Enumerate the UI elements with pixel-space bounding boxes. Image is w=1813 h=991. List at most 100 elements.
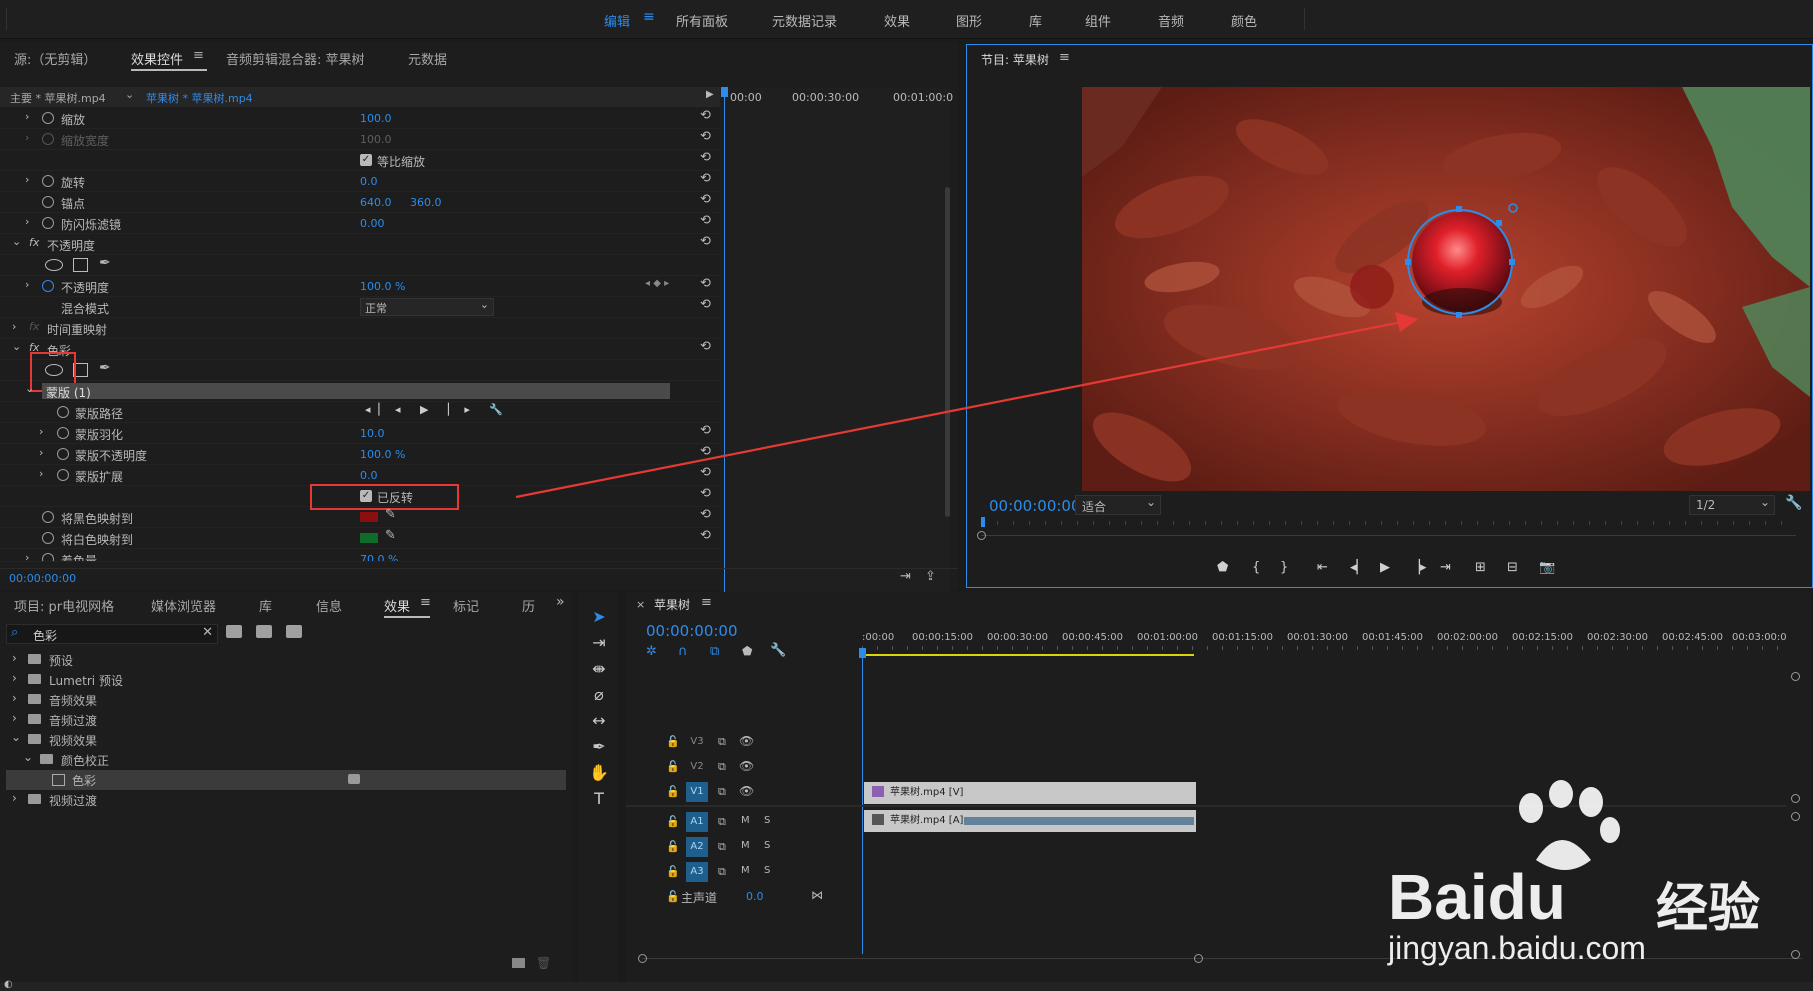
- mute-button[interactable]: M: [741, 815, 750, 826]
- timeline-toolbar: ✲ ∩ ⧉ ⬟ 🔧: [646, 643, 806, 662]
- track-target-label[interactable]: V2: [686, 757, 708, 777]
- 32bit-effects-icon[interactable]: [256, 625, 272, 638]
- tab-history[interactable]: 历: [522, 596, 535, 615]
- track-target-label[interactable]: A1: [686, 812, 708, 832]
- chevron-right-icon[interactable]: ›: [12, 691, 17, 705]
- linked-selection-icon[interactable]: ⧉: [710, 644, 719, 659]
- timeline-v-scroll-top[interactable]: [1791, 672, 1800, 681]
- track-target-label[interactable]: V3: [686, 732, 708, 752]
- eye-icon[interactable]: 👁: [739, 734, 754, 748]
- tools-panel: ➤ ⇥ ⇼ ⌀ ↔ ✒ ✋ T: [578, 592, 618, 982]
- eye-icon[interactable]: 👁: [739, 759, 754, 773]
- track-a2: 🔓 A2 ⧉ M S: [666, 837, 826, 859]
- tab-libraries[interactable]: 库: [259, 596, 272, 615]
- lock-icon[interactable]: 🔓: [666, 815, 680, 828]
- more-panels-icon[interactable]: »: [556, 594, 565, 610]
- fx-badge-icon: [872, 814, 884, 825]
- ruler-label: 00:01:15:00: [1212, 632, 1274, 643]
- razor-tool-icon[interactable]: ⌀: [588, 684, 610, 706]
- tree-item-audio-transitions[interactable]: › 音频过渡: [0, 710, 572, 730]
- mute-button[interactable]: M: [741, 840, 750, 851]
- clear-search-icon[interactable]: ✕: [202, 625, 213, 640]
- ruler-label: 00:00:45:00: [1062, 632, 1124, 643]
- scroll-handle-right[interactable]: [1194, 954, 1203, 963]
- timeline-ruler[interactable]: :00:00 00:00:15:00 00:00:30:00 00:00:45:…: [862, 632, 1787, 656]
- eye-icon[interactable]: 👁: [739, 784, 754, 798]
- panel-menu-icon[interactable]: ≡: [420, 595, 431, 610]
- lock-icon[interactable]: 🔓: [666, 840, 680, 853]
- chevron-right-icon[interactable]: ›: [12, 671, 17, 685]
- lock-icon[interactable]: 🔓: [666, 890, 680, 903]
- snap-icon[interactable]: ∩: [678, 644, 688, 659]
- panel-menu-icon[interactable]: ≡: [701, 595, 712, 610]
- chevron-down-icon[interactable]: ⌄: [23, 750, 33, 764]
- lock-icon[interactable]: 🔓: [666, 735, 680, 748]
- lock-icon[interactable]: 🔓: [666, 865, 680, 878]
- tree-item-presets[interactable]: › 预设: [0, 650, 572, 670]
- work-area-bar[interactable]: [862, 654, 1194, 656]
- ripple-edit-tool-icon[interactable]: ⇼: [588, 658, 610, 680]
- new-bin-icon[interactable]: [512, 958, 525, 968]
- slip-tool-icon[interactable]: ↔: [588, 710, 610, 732]
- track-v1: 🔓 V1 ⧉ 👁: [666, 782, 826, 804]
- folder-icon: [28, 714, 41, 724]
- effect-icon: [52, 774, 65, 786]
- tab-info[interactable]: 信息: [316, 596, 342, 615]
- accelerated-effects-icon[interactable]: [226, 625, 242, 638]
- lock-icon[interactable]: 🔓: [666, 760, 680, 773]
- solo-button[interactable]: S: [764, 840, 770, 851]
- tab-project[interactable]: 项目: pr电视网格: [14, 596, 114, 615]
- audio-clip-label: 苹果树.mp4 [A]: [890, 815, 964, 826]
- video-clip[interactable]: 苹果树.mp4 [V]: [864, 782, 1196, 804]
- tree-item-tint[interactable]: 色彩: [6, 770, 566, 790]
- track-select-tool-icon[interactable]: ⇥: [588, 632, 610, 654]
- ruler-ticks: [862, 646, 1782, 650]
- effects-search[interactable]: ⌕ 色彩 ✕: [6, 624, 218, 644]
- yuv-effects-icon[interactable]: [286, 625, 302, 638]
- sync-lock-icon[interactable]: ⧉: [718, 840, 726, 854]
- nest-icon[interactable]: ✲: [646, 644, 657, 659]
- track-target-label[interactable]: A2: [686, 837, 708, 857]
- scroll-handle-left[interactable]: [638, 954, 647, 963]
- project-panel: 项目: pr电视网格 媒体浏览器 库 信息 效果 ≡ 标记 历 » ⌕ 色彩 ✕…: [0, 592, 572, 982]
- sync-lock-icon[interactable]: ⧉: [718, 735, 726, 749]
- master-value[interactable]: 0.0: [746, 890, 764, 903]
- close-icon[interactable]: ×: [636, 598, 645, 611]
- solo-button[interactable]: S: [764, 815, 770, 826]
- sync-lock-icon[interactable]: ⧉: [718, 760, 726, 774]
- tab-media-browser[interactable]: 媒体浏览器: [151, 596, 216, 615]
- tree-item-lumetri-presets[interactable]: › Lumetri 预设: [0, 670, 572, 690]
- timeline-playhead-head[interactable]: [859, 648, 866, 658]
- track-target-label[interactable]: V1: [686, 782, 708, 802]
- chevron-right-icon[interactable]: ›: [12, 711, 17, 725]
- tab-markers[interactable]: 标记: [453, 596, 479, 615]
- tab-effects[interactable]: 效果: [384, 596, 410, 615]
- chevron-right-icon[interactable]: ›: [12, 651, 17, 665]
- chevron-down-icon[interactable]: ⌄: [11, 730, 21, 744]
- chevron-right-icon[interactable]: ›: [12, 791, 17, 805]
- sync-lock-icon[interactable]: ⧉: [718, 815, 726, 829]
- audio-clip[interactable]: 苹果树.mp4 [A]: [864, 810, 1196, 832]
- tree-item-color-correction[interactable]: ⌄ 颜色校正: [0, 750, 572, 770]
- delete-icon[interactable]: 🗑: [536, 956, 551, 970]
- wrench-icon[interactable]: 🔧: [770, 643, 786, 658]
- tree-item-video-effects[interactable]: ⌄ 视频效果: [0, 730, 572, 750]
- tree-item-audio-effects[interactable]: › 音频效果: [0, 690, 572, 710]
- track-target-label[interactable]: A3: [686, 862, 708, 882]
- solo-button[interactable]: S: [764, 865, 770, 876]
- track-a3: 🔓 A3 ⧉ M S: [666, 862, 826, 884]
- mute-button[interactable]: M: [741, 865, 750, 876]
- type-tool-icon[interactable]: T: [588, 788, 610, 810]
- sequence-tab[interactable]: 苹果树: [654, 596, 690, 613]
- lock-icon[interactable]: 🔓: [666, 785, 680, 798]
- tree-item-video-transitions[interactable]: › 视频过渡: [0, 790, 572, 810]
- selection-tool-icon[interactable]: ➤: [588, 606, 610, 628]
- hand-tool-icon[interactable]: ✋: [588, 762, 610, 784]
- go-to-next-icon[interactable]: ⋈: [811, 888, 823, 902]
- pen-tool-icon[interactable]: ✒: [588, 736, 610, 758]
- timeline-playhead[interactable]: [862, 654, 863, 954]
- add-marker-icon[interactable]: ⬟: [742, 644, 752, 658]
- timeline-timecode[interactable]: 00:00:00:00: [646, 622, 738, 640]
- sync-lock-icon[interactable]: ⧉: [718, 865, 726, 879]
- sync-lock-icon[interactable]: ⧉: [718, 785, 726, 799]
